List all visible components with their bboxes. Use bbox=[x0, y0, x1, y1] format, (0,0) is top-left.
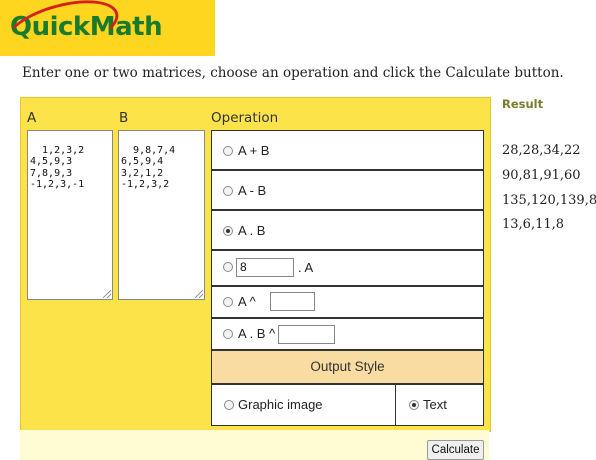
result-row: 28,28,34,22 bbox=[502, 143, 581, 158]
op-add-row[interactable]: A + B bbox=[211, 130, 484, 170]
op-add-label: A + B bbox=[238, 143, 270, 158]
graphic-image-radio[interactable] bbox=[224, 400, 234, 410]
op-power-row[interactable]: A ^ bbox=[211, 286, 484, 318]
logo-swoosh-icon bbox=[0, 0, 125, 67]
resize-handle-icon[interactable] bbox=[195, 290, 203, 298]
op-subtract-radio[interactable] bbox=[223, 186, 233, 196]
op-multiply-label: A . B bbox=[238, 223, 266, 238]
panel-footer bbox=[20, 430, 489, 460]
matrix-a-input[interactable]: 1,2,3,2 4,5,9,3 7,8,9,3 -1,2,3,-1 bbox=[27, 130, 113, 300]
matrix-b-label: B bbox=[119, 110, 129, 126]
op-product-power-label: A . B ^ bbox=[238, 326, 276, 341]
op-multiply-radio[interactable] bbox=[223, 226, 233, 236]
matrix-b-input[interactable]: 9,8,7,4 6,5,9,4 3,2,1,2 -1,2,3,2 bbox=[118, 130, 205, 300]
op-product-power-radio[interactable] bbox=[223, 329, 233, 339]
result-row: 13,6,11,8 bbox=[502, 217, 565, 232]
output-style-options: Graphic image Text bbox=[211, 384, 484, 426]
matrix-a-value: 1,2,3,2 4,5,9,3 7,8,9,3 -1,2,3,-1 bbox=[30, 144, 85, 191]
scalar-input[interactable]: 8 bbox=[236, 258, 294, 277]
matrix-b-value: 9,8,7,4 6,5,9,4 3,2,1,2 -1,2,3,2 bbox=[121, 144, 176, 191]
result-row: 90,81,91,60 bbox=[502, 168, 581, 183]
result-row: 135,120,139,84 bbox=[502, 193, 596, 208]
op-add-radio[interactable] bbox=[223, 146, 233, 156]
op-multiply-row[interactable]: A . B bbox=[211, 210, 484, 250]
calculate-button[interactable]: Calculate bbox=[427, 440, 484, 460]
op-power-radio[interactable] bbox=[223, 297, 233, 307]
resize-handle-icon[interactable] bbox=[103, 290, 111, 298]
op-subtract-label: A - B bbox=[238, 183, 267, 198]
op-scalar-row[interactable]: 8 . A bbox=[211, 250, 484, 286]
text-output-label: Text bbox=[423, 397, 447, 412]
product-power-input[interactable] bbox=[278, 325, 335, 344]
operation-label: Operation bbox=[211, 110, 279, 126]
op-product-power-row[interactable]: A . B ^ bbox=[211, 318, 484, 350]
result-label: Result bbox=[502, 97, 544, 111]
matrix-a-label: A bbox=[27, 110, 37, 126]
op-power-label: A ^ bbox=[238, 294, 256, 309]
output-style-divider bbox=[395, 385, 396, 425]
op-scalar-radio[interactable] bbox=[223, 262, 233, 272]
text-output-radio[interactable] bbox=[409, 400, 419, 410]
logo-wordmark: QuickMath bbox=[0, 0, 163, 67]
power-input[interactable] bbox=[270, 292, 315, 311]
intro-text: Enter one or two matrices, choose an ope… bbox=[22, 65, 564, 81]
graphic-image-label: Graphic image bbox=[238, 397, 323, 412]
output-style-header: Output Style bbox=[211, 350, 484, 384]
op-subtract-row[interactable]: A - B bbox=[211, 170, 484, 210]
quickmath-logo[interactable]: QuickMath bbox=[0, 0, 215, 67]
op-scalar-label: . A bbox=[298, 260, 314, 275]
